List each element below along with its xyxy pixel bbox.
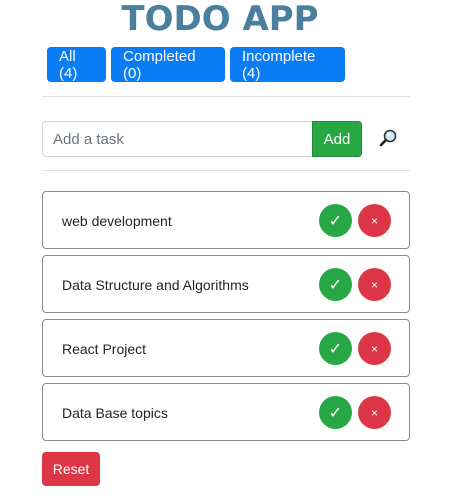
check-icon: ✓	[328, 276, 343, 294]
divider	[42, 170, 410, 171]
complete-button[interactable]: ✓	[319, 396, 352, 429]
delete-button[interactable]: ×	[358, 204, 391, 237]
check-icon: ✓	[328, 340, 343, 358]
todo-app: TODO APP All (4) Completed (0) Incomplet…	[0, 0, 451, 501]
delete-button[interactable]: ×	[358, 268, 391, 301]
check-icon: ✓	[328, 404, 343, 422]
close-icon: ×	[370, 277, 378, 292]
complete-button[interactable]: ✓	[319, 332, 352, 365]
filter-incomplete-button[interactable]: Incomplete (4)	[230, 47, 345, 82]
page-title: TODO APP	[121, 0, 319, 39]
task-input[interactable]	[42, 121, 312, 157]
complete-button[interactable]: ✓	[319, 268, 352, 301]
magnifier-icon[interactable]	[378, 128, 398, 148]
task-text: Data Structure and Algorithms	[62, 277, 249, 293]
task-text: Data Base topics	[62, 405, 168, 421]
close-icon: ×	[370, 405, 378, 420]
task-text: React Project	[62, 341, 147, 357]
task-item: web development ✓ ×	[42, 191, 410, 249]
filter-all-button[interactable]: All (4)	[47, 47, 106, 82]
complete-button[interactable]: ✓	[319, 204, 352, 237]
filter-bar: All (4) Completed (0) Incomplete (4)	[47, 47, 345, 82]
add-button[interactable]: Add	[312, 121, 362, 157]
task-item: Data Base topics ✓ ×	[42, 383, 410, 441]
delete-button[interactable]: ×	[358, 396, 391, 429]
close-icon: ×	[370, 341, 378, 356]
filter-completed-button[interactable]: Completed (0)	[111, 47, 225, 82]
task-item: React Project ✓ ×	[42, 319, 410, 377]
task-list: web development ✓ × Data Structure and A…	[42, 191, 410, 447]
check-icon: ✓	[328, 212, 343, 230]
delete-button[interactable]: ×	[358, 332, 391, 365]
add-task-row: Add	[42, 121, 362, 157]
reset-button[interactable]: Reset	[42, 452, 100, 486]
divider	[42, 96, 410, 97]
task-item: Data Structure and Algorithms ✓ ×	[42, 255, 410, 313]
close-icon: ×	[370, 213, 378, 228]
task-text: web development	[62, 213, 172, 229]
